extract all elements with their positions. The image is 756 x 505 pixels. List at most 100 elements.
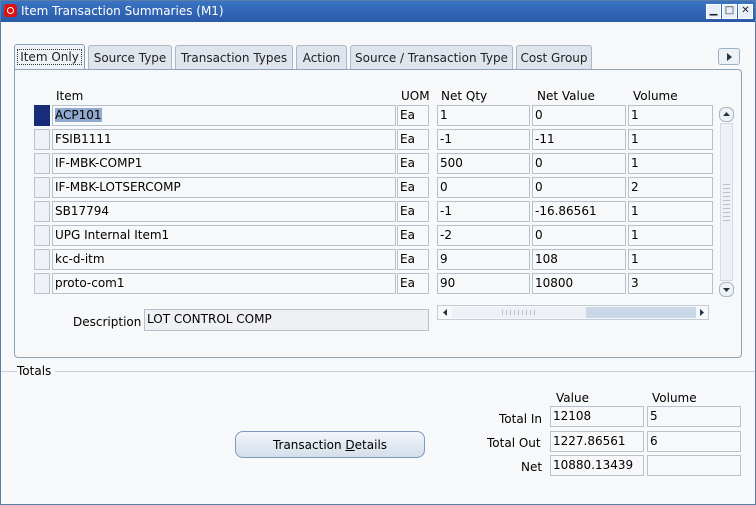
scroll-thumb[interactable]	[723, 184, 730, 224]
tab-cost-group[interactable]: Cost Group	[516, 45, 592, 69]
total-in-label: Total In	[499, 412, 542, 426]
maximize-icon[interactable]: □	[722, 4, 737, 19]
button-label-part: etails	[354, 438, 388, 452]
row-selector[interactable]	[34, 273, 50, 294]
tab-label: Source / Transaction Type	[355, 51, 508, 65]
uom-cell[interactable]: Ea	[397, 105, 429, 126]
title-bar: Item Transaction Summaries (M1) ▁ □ ✕	[1, 1, 755, 22]
item-cell[interactable]: IF-MBK-LOTSERCOMP	[52, 177, 396, 198]
net-qty-cell[interactable]: 0	[437, 177, 530, 198]
tab-source-type[interactable]: Source Type	[88, 45, 172, 69]
net-value-cell[interactable]: 108	[532, 249, 626, 270]
total-in-value[interactable]: 12108	[550, 406, 644, 427]
totals-volume-header: Volume	[652, 391, 697, 405]
volume-cell[interactable]: 1	[628, 225, 713, 246]
tab-source-transaction-type[interactable]: Source / Transaction Type	[350, 45, 513, 69]
tab-label: Cost Group	[520, 51, 588, 65]
uom-cell[interactable]: Ea	[397, 177, 429, 198]
uom-cell[interactable]: Ea	[397, 225, 429, 246]
tab-label: Source Type	[93, 51, 167, 65]
selected-text: ACP101	[55, 108, 102, 122]
net-qty-cell[interactable]: -2	[437, 225, 530, 246]
net-qty-cell[interactable]: 1	[437, 105, 530, 126]
uom-cell[interactable]: Ea	[397, 249, 429, 270]
total-out-volume[interactable]: 6	[647, 431, 741, 452]
volume-cell[interactable]: 1	[628, 201, 713, 222]
tab-transaction-types[interactable]: Transaction Types	[175, 45, 293, 69]
net-value[interactable]: 10880.13439	[550, 455, 644, 476]
button-label-part: Transaction	[272, 438, 346, 452]
row-selector[interactable]	[34, 129, 50, 150]
total-out-label: Total Out	[487, 436, 541, 450]
total-in-volume[interactable]: 5	[647, 406, 741, 427]
item-cell[interactable]: IF-MBK-COMP1	[52, 153, 396, 174]
tab-label: Action	[302, 51, 341, 65]
scroll-track-horizontal[interactable]	[586, 307, 696, 318]
row-selector[interactable]	[34, 201, 50, 222]
uom-cell[interactable]: Ea	[397, 273, 429, 294]
net-qty-cell[interactable]: -1	[437, 201, 530, 222]
totals-value-header: Value	[556, 391, 589, 405]
volume-cell[interactable]: 1	[628, 105, 713, 126]
net-value-cell[interactable]: 0	[532, 105, 626, 126]
uom-cell[interactable]: Ea	[397, 201, 429, 222]
net-qty-cell[interactable]: 90	[437, 273, 530, 294]
table-vertical-scrollbar[interactable]	[718, 105, 734, 297]
net-value-cell[interactable]: 0	[532, 225, 626, 246]
table-horizontal-scrollbar[interactable]	[437, 305, 709, 320]
row-selector[interactable]	[34, 105, 50, 126]
net-label: Net	[521, 460, 543, 474]
net-value-cell[interactable]: -11	[532, 129, 626, 150]
net-value-cell[interactable]: 0	[532, 177, 626, 198]
totals-section-title: Totals	[17, 364, 56, 378]
window-title: Item Transaction Summaries (M1)	[21, 4, 224, 18]
volume-cell[interactable]: 1	[628, 129, 713, 150]
tab-item-only[interactable]: Item Only	[14, 44, 85, 70]
scroll-up-icon[interactable]	[719, 107, 734, 122]
scroll-right-icon[interactable]	[697, 307, 707, 318]
tab-label: Item Only	[17, 49, 82, 65]
net-qty-cell[interactable]: 500	[437, 153, 530, 174]
item-cell[interactable]: FSIB1111	[52, 129, 396, 150]
description-label: Description	[73, 315, 142, 329]
column-header-net-value: Net Value	[537, 89, 595, 103]
net-value-cell[interactable]: -16.86561	[532, 201, 626, 222]
scroll-track[interactable]	[720, 123, 733, 281]
net-qty-cell[interactable]: 9	[437, 249, 530, 270]
column-header-volume: Volume	[633, 89, 678, 103]
scroll-left-icon[interactable]	[440, 307, 450, 318]
volume-cell[interactable]: 1	[628, 153, 713, 174]
item-cell[interactable]: kc-d-itm	[52, 249, 396, 270]
item-cell[interactable]: proto-com1	[52, 273, 396, 294]
volume-cell[interactable]: 3	[628, 273, 713, 294]
uom-cell[interactable]: Ea	[397, 153, 429, 174]
net-value-cell[interactable]: 10800	[532, 273, 626, 294]
column-header-uom: UOM	[401, 89, 430, 103]
volume-cell[interactable]: 2	[628, 177, 713, 198]
tab-label: Transaction Types	[180, 51, 288, 65]
volume-cell[interactable]: 1	[628, 249, 713, 270]
oracle-logo-icon	[4, 4, 17, 17]
scroll-down-icon[interactable]	[719, 282, 734, 297]
scroll-thumb-horizontal[interactable]	[452, 307, 586, 318]
net-volume[interactable]	[647, 455, 741, 476]
totals-divider	[1, 371, 755, 372]
minimize-icon[interactable]: ▁	[706, 4, 721, 19]
row-selector[interactable]	[34, 225, 50, 246]
close-icon[interactable]: ✕	[738, 4, 753, 19]
row-selector[interactable]	[34, 153, 50, 174]
tab-action[interactable]: Action	[296, 45, 347, 69]
transaction-details-button[interactable]: Transaction Details	[235, 431, 425, 458]
item-cell[interactable]: SB17794	[52, 201, 396, 222]
item-cell[interactable]: ACP101	[52, 105, 396, 126]
net-qty-cell[interactable]: -1	[437, 129, 530, 150]
description-field[interactable]: LOT CONTROL COMP	[144, 309, 429, 331]
row-selector[interactable]	[34, 177, 50, 198]
total-out-value[interactable]: 1227.86561	[550, 431, 644, 452]
item-cell[interactable]: UPG Internal Item1	[52, 225, 396, 246]
uom-cell[interactable]: Ea	[397, 129, 429, 150]
net-value-cell[interactable]: 0	[532, 153, 626, 174]
row-selector[interactable]	[34, 249, 50, 270]
tab-scroll-right-icon[interactable]	[718, 48, 740, 65]
item-transaction-summaries-window: Item Transaction Summaries (M1) ▁ □ ✕ It…	[0, 0, 756, 505]
